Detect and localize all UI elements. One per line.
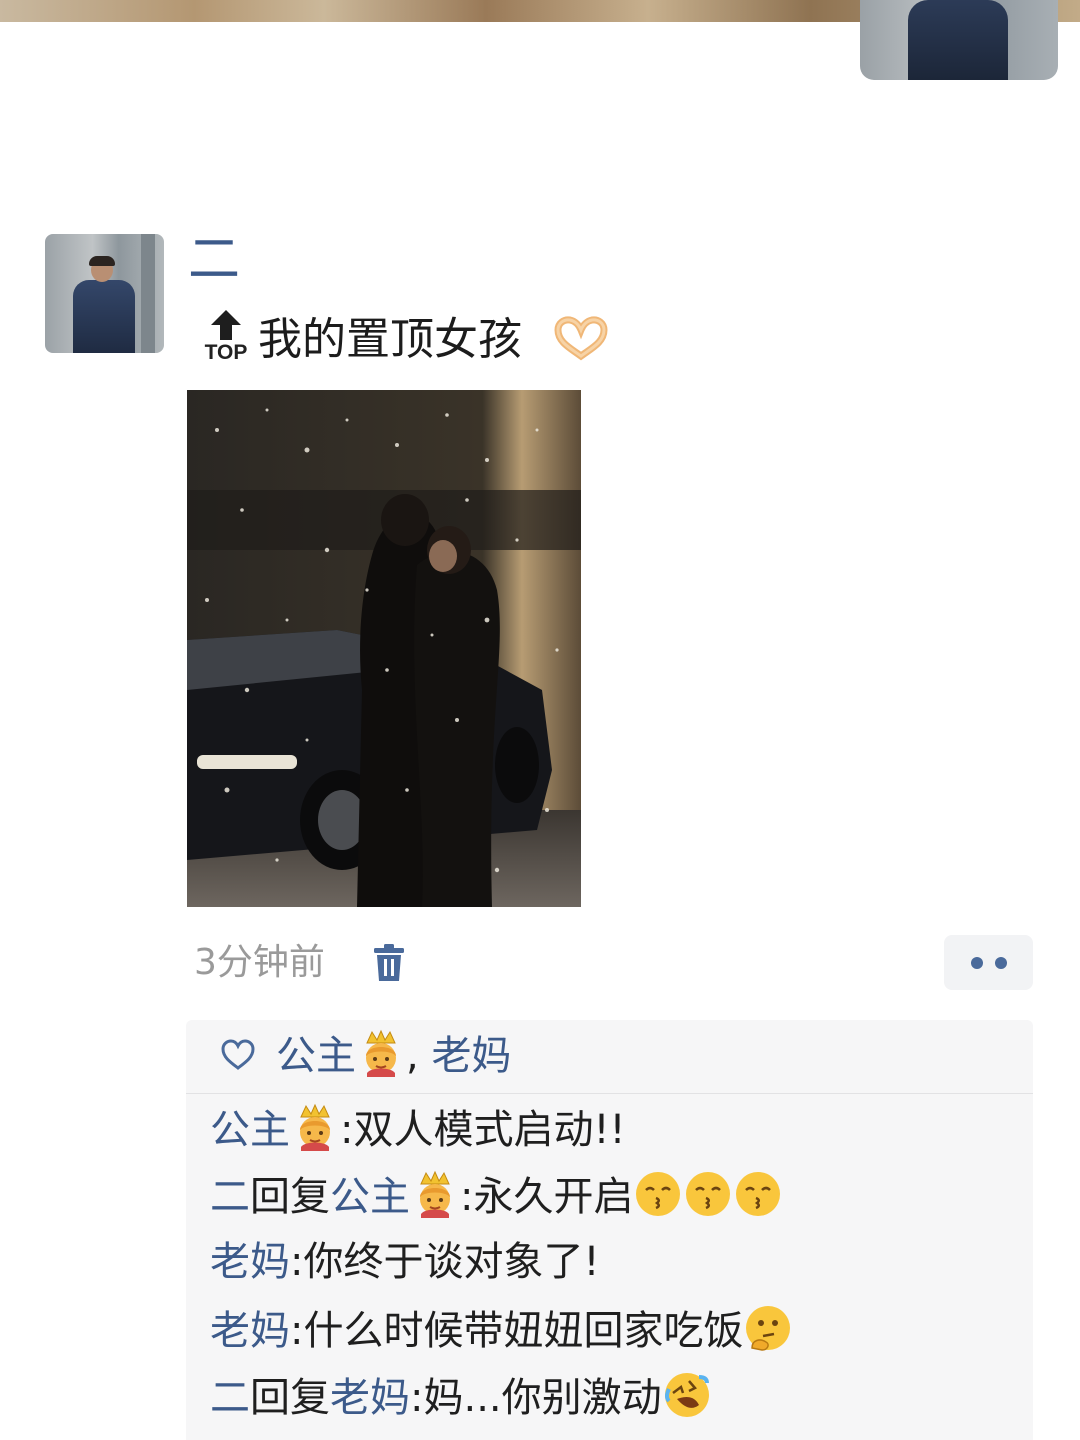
likes-separator: , xyxy=(406,1033,419,1079)
heart-outline-icon xyxy=(221,1039,255,1070)
pin-badge-label: TOP xyxy=(204,341,248,364)
reply-word: 回复 xyxy=(250,1174,330,1220)
comment-item[interactable]: 二回复老妈:妈...你别激动 xyxy=(210,1368,712,1428)
comment-text: 双人模式启动!! xyxy=(353,1107,626,1153)
likers-list: 公主 , 老妈 xyxy=(276,1028,511,1084)
kissing-face-emoji xyxy=(734,1170,782,1218)
princess-emoji xyxy=(292,1103,338,1151)
pin-top-icon: TOP xyxy=(204,310,248,366)
comment-text: 什么时候带妞妞回家吃饭 xyxy=(303,1308,744,1354)
comment-item[interactable]: 老妈:你终于谈对象了! xyxy=(210,1232,600,1292)
thinking-face-emoji xyxy=(744,1304,792,1352)
liker-name[interactable]: 公主 xyxy=(276,1033,356,1079)
post-author-avatar[interactable] xyxy=(45,234,164,353)
reply-word: 回复 xyxy=(250,1375,330,1421)
comment-item[interactable]: 公主 :双人模式启动!! xyxy=(210,1100,626,1160)
princess-emoji xyxy=(412,1170,458,1218)
comment-author[interactable]: 二 xyxy=(210,1174,250,1220)
moments-page: 二 TOP 我的置顶女孩 3分钟前 公主 , 老妈 公主:双人模式启动!! 二… xyxy=(0,0,1080,1440)
comment-text: 永久开启 xyxy=(473,1174,634,1220)
comment-text: 你终于谈对象了! xyxy=(303,1239,600,1285)
comment-author[interactable]: 二 xyxy=(210,1375,250,1421)
likes-comments-panel: 公主 , 老妈 公主 :双人模式启动!! 二回复公主:永久开启 老妈:你终于谈… xyxy=(186,1020,1033,1440)
trash-icon[interactable] xyxy=(372,944,406,982)
comment-author[interactable]: 老妈 xyxy=(210,1239,290,1285)
comment-author[interactable]: 老妈 xyxy=(210,1308,290,1354)
comment-item[interactable]: 老妈:什么时候带妞妞回家吃饭 xyxy=(210,1301,793,1361)
post-text: 我的置顶女孩 xyxy=(258,314,522,365)
comment-reply-to[interactable]: 老妈 xyxy=(330,1375,410,1421)
kissing-face-emoji xyxy=(634,1170,682,1218)
heart-hands-emoji xyxy=(554,316,608,361)
likes-row: 公主 , 老妈 xyxy=(186,1020,1033,1094)
kissing-face-emoji xyxy=(684,1170,732,1218)
comment-text: 妈...你别激动 xyxy=(423,1375,662,1421)
post-photo[interactable] xyxy=(187,390,581,907)
more-dots-icon xyxy=(971,957,983,969)
post-time: 3分钟前 xyxy=(194,942,325,983)
comment-reply-to[interactable]: 公主 xyxy=(330,1174,410,1220)
liker-name[interactable]: 老妈 xyxy=(431,1033,511,1079)
comment-author[interactable]: 公主 xyxy=(210,1107,290,1153)
rolling-laughing-emoji xyxy=(663,1371,711,1419)
princess-emoji xyxy=(358,1029,404,1077)
post-author-name[interactable]: 二 xyxy=(188,228,240,292)
comment-item[interactable]: 二回复公主 :永久开启 xyxy=(210,1167,783,1227)
more-dots-button[interactable] xyxy=(944,935,1033,990)
own-avatar[interactable] xyxy=(860,0,1058,80)
